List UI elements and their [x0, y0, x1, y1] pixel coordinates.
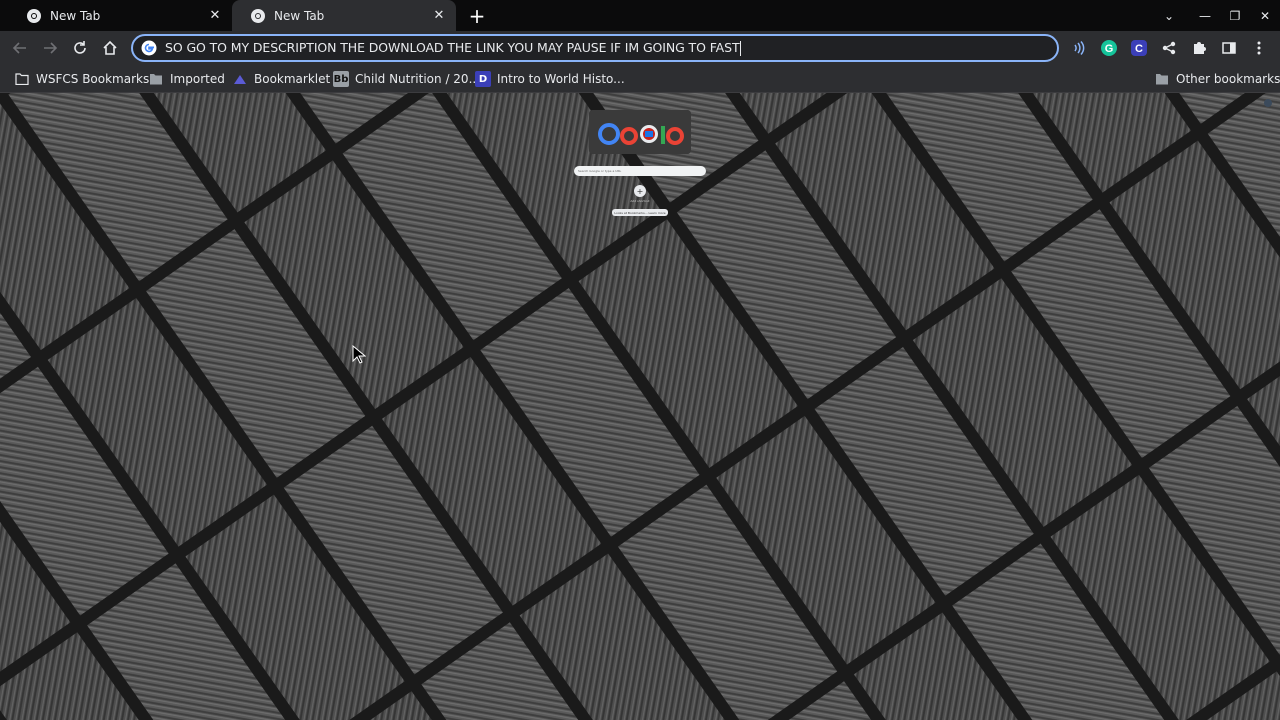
menu-dots-icon[interactable] — [1250, 39, 1268, 57]
reload-button[interactable] — [66, 34, 94, 62]
bookmark-wsfcs[interactable]: WSFCS Bookmarks — [14, 70, 149, 88]
bookmarks-bar: WSFCS Bookmarks Imported Bookmarklet Bb … — [0, 65, 1280, 93]
side-panel-icon[interactable] — [1220, 39, 1238, 57]
google-doodle-logo-icon — [589, 110, 691, 154]
new-tab-page: Search Google or type a URL + Add shortc… — [0, 93, 1280, 720]
d-icon: D — [475, 71, 491, 87]
customize-chrome-icon[interactable] — [1264, 99, 1272, 107]
bookmark-label: Intro to World Histo... — [497, 72, 625, 86]
bookmark-label: Bookmarklet — [254, 72, 331, 86]
tab-strip: New Tab ✕ New Tab ✕ + ⌄ — ❐ ✕ — [0, 0, 1280, 31]
add-shortcut-button[interactable]: + — [634, 185, 646, 197]
tab-close-icon[interactable]: ✕ — [206, 7, 224, 25]
chrome-icon — [27, 8, 41, 23]
forward-button[interactable] — [36, 34, 64, 62]
minimize-button[interactable]: — — [1190, 0, 1220, 31]
svg-text:G: G — [1105, 43, 1114, 55]
tab-title: New Tab — [274, 8, 325, 23]
svg-text:C: C — [1135, 43, 1143, 55]
chrome-icon — [251, 8, 265, 23]
google-g-icon — [141, 40, 157, 56]
close-window-button[interactable]: ✕ — [1250, 0, 1280, 31]
folder-icon — [1154, 71, 1170, 87]
search-placeholder: Search Google or type a URL — [578, 169, 622, 173]
tab-title: New Tab — [50, 8, 101, 23]
new-tab-button[interactable]: + — [466, 4, 488, 28]
ntp-notice[interactable]: Looks at Bookmarks... Learn more — [612, 209, 668, 216]
reload-icon — [74, 41, 86, 54]
home-icon — [103, 40, 117, 55]
share-icon[interactable] — [1160, 39, 1178, 57]
toolbar: SO GO TO MY DESCRIPTION THE DOWNLOAD THE… — [0, 31, 1280, 65]
shortcut-label: Add shortcut — [630, 199, 650, 203]
bookmark-label: Other bookmarks — [1176, 72, 1280, 86]
google-doodle[interactable] — [589, 110, 691, 154]
bookmark-child-nutrition[interactable]: Bb Child Nutrition / 20... — [333, 70, 480, 88]
folder-icon — [148, 71, 164, 87]
bookmark-bookmarklet[interactable]: Bookmarklet — [232, 70, 330, 88]
bookmark-label: Child Nutrition / 20... — [355, 72, 481, 86]
back-arrow-icon — [12, 42, 26, 54]
c-extension-icon[interactable]: C — [1130, 39, 1148, 57]
bookmarklet-icon — [232, 71, 248, 87]
bookmark-label: WSFCS Bookmarks — [36, 72, 150, 86]
puzzle-icon[interactable] — [1190, 39, 1208, 57]
restore-button[interactable]: ❐ — [1220, 0, 1250, 31]
back-button[interactable] — [6, 34, 34, 62]
tab-1[interactable]: New Tab ✕ — [8, 0, 232, 31]
folder-icon — [14, 71, 30, 87]
grammarly-icon[interactable]: G — [1100, 39, 1118, 57]
bookmark-intro-world-history[interactable]: D Intro to World Histo... — [475, 70, 625, 88]
home-button[interactable] — [96, 34, 124, 62]
tab-close-icon[interactable]: ✕ — [430, 7, 448, 25]
mouse-cursor-icon — [352, 345, 366, 364]
tab-search-icon[interactable]: ⌄ — [1154, 0, 1184, 31]
forward-arrow-icon — [44, 42, 58, 54]
blackboard-icon: Bb — [333, 71, 349, 87]
address-bar[interactable]: SO GO TO MY DESCRIPTION THE DOWNLOAD THE… — [131, 34, 1059, 62]
text-caret — [740, 41, 742, 56]
search-input[interactable]: Search Google or type a URL — [574, 166, 706, 176]
bookmark-label: Imported — [170, 72, 225, 86]
other-bookmarks[interactable]: Other bookmarks — [1154, 70, 1280, 88]
address-bar-text: SO GO TO MY DESCRIPTION THE DOWNLOAD THE… — [165, 40, 742, 56]
bookmark-imported[interactable]: Imported — [148, 70, 225, 88]
tab-2[interactable]: New Tab ✕ — [232, 0, 456, 31]
read-aloud-icon[interactable] — [1070, 39, 1088, 57]
